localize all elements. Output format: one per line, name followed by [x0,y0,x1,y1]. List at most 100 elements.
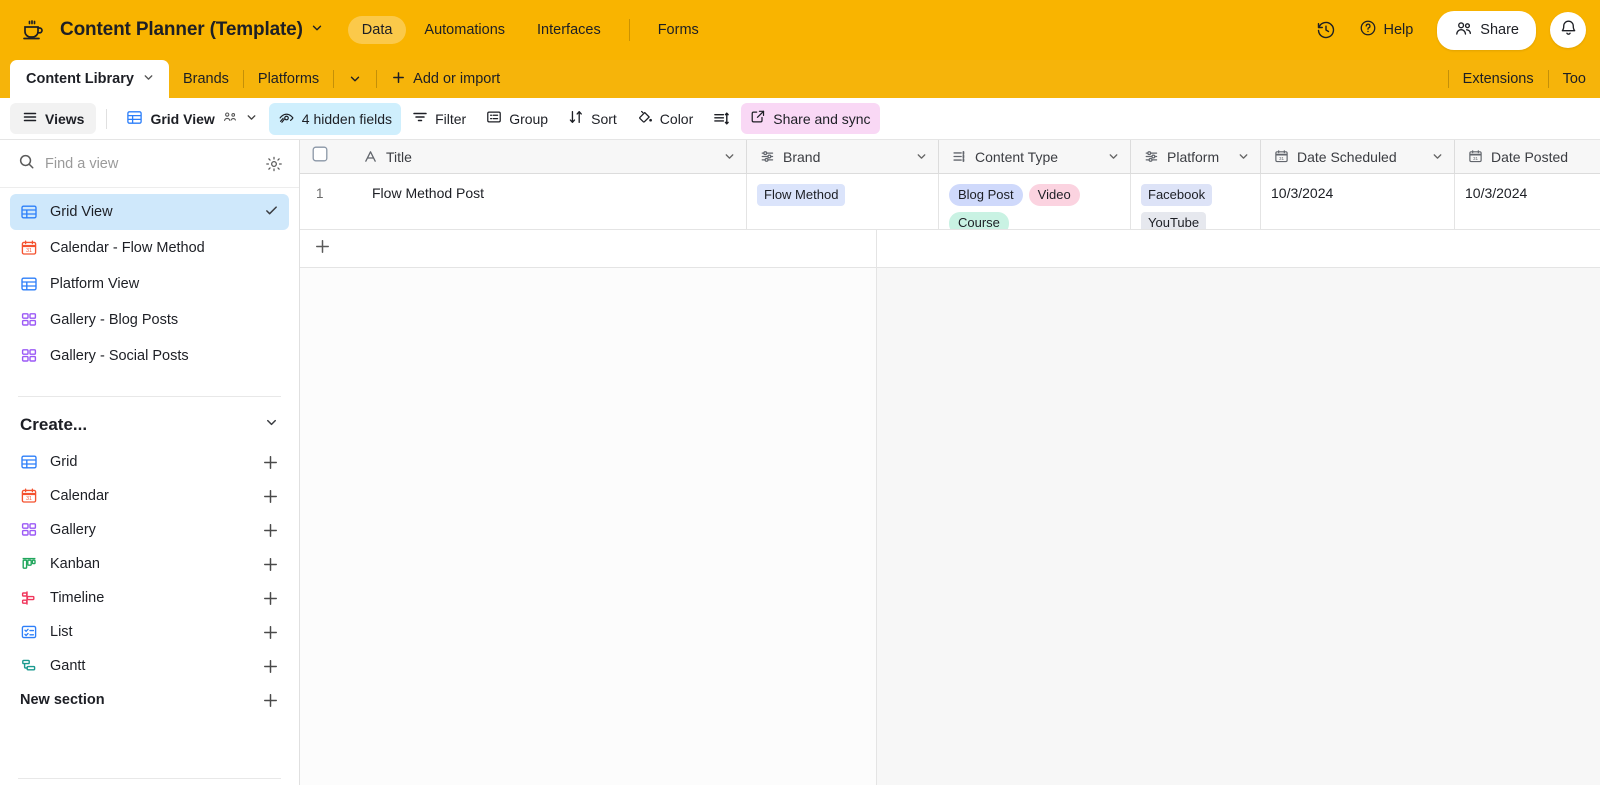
views-sidebar-toggle[interactable]: Views [10,103,97,134]
create-section-header[interactable]: Create... [0,397,299,445]
create-item-calendar[interactable]: 31 Calendar [10,479,289,513]
select-all-checkbox[interactable] [312,146,328,167]
share-and-sync-label: Share and sync [773,110,871,127]
chevron-down-icon[interactable] [915,150,928,163]
search-input[interactable] [45,155,255,172]
cell-content-type[interactable]: Blog Post Video Course [939,174,1131,229]
share-and-sync-button[interactable]: Share and sync [741,103,880,134]
create-item-kanban[interactable]: Kanban [10,547,289,581]
help-circle-icon [1359,19,1377,41]
color-button[interactable]: Color [628,103,702,134]
column-header-label: Brand [783,148,821,165]
new-section-label: New section [20,692,105,708]
chevron-down-icon[interactable] [264,415,279,435]
column-header-platform[interactable]: Platform [1131,140,1261,173]
table-tab-brands[interactable]: Brands [169,60,243,98]
chip-platform: YouTube [1141,212,1207,229]
column-header-date-scheduled[interactable]: 31 Date Scheduled [1261,140,1455,173]
plus-icon[interactable] [262,590,279,607]
gantt-icon [20,657,38,675]
chevron-down-icon[interactable] [142,71,155,88]
svg-text:31: 31 [26,496,32,502]
filter-button[interactable]: Filter [403,103,475,134]
group-button[interactable]: Group [477,103,557,134]
nav-item-forms[interactable]: Forms [644,16,713,44]
grid-empty-left [300,268,877,785]
chevron-down-icon[interactable] [1107,150,1120,163]
cell-date-scheduled[interactable]: 10/3/2024 [1261,174,1455,229]
row-height-icon[interactable] [704,104,739,133]
tools-button[interactable]: Too [1549,60,1600,98]
chevron-down-icon[interactable] [723,150,736,163]
base-title[interactable]: Content Planner (Template) [60,19,324,41]
nav-item-automations[interactable]: Automations [410,16,519,44]
sort-icon [568,109,584,128]
table-tab-content-library[interactable]: Content Library [10,60,169,98]
plus-icon[interactable] [262,692,279,709]
column-header-label: Platform [1167,148,1220,165]
create-item-label: Timeline [50,590,105,606]
table-tabs-overflow-button[interactable] [334,60,376,98]
notifications-button[interactable] [1550,12,1586,48]
paint-bucket-icon [637,109,653,128]
row-number: 1 [316,186,324,201]
cell-platform[interactable]: Facebook YouTube [1131,174,1261,229]
plus-icon[interactable] [262,658,279,675]
sidebar-item-grid-view[interactable]: Grid View [10,194,289,230]
nav-item-interfaces[interactable]: Interfaces [523,16,615,44]
sidebar-item-gallery-blog-posts[interactable]: Gallery - Blog Posts [10,302,289,338]
table-row[interactable]: 1 Flow Method Post Flow Method Blog Post… [300,174,1600,230]
create-item-gantt[interactable]: Gantt [10,649,289,683]
table-tab-platforms[interactable]: Platforms [244,60,333,98]
plus-icon[interactable] [262,624,279,641]
svg-text:31: 31 [26,248,32,254]
plus-icon [391,70,406,89]
gear-icon[interactable] [265,155,283,173]
share-button[interactable]: Share [1437,10,1536,50]
chip-content-type: Blog Post [949,184,1023,207]
plus-icon[interactable] [262,454,279,471]
create-item-gallery[interactable]: Gallery [10,513,289,547]
nav-item-data[interactable]: Data [347,16,407,44]
plus-icon[interactable] [262,522,279,539]
plus-icon[interactable] [262,488,279,505]
plus-icon[interactable] [262,556,279,573]
current-view-button[interactable]: Grid View [117,103,266,135]
history-clock-icon[interactable] [1309,13,1343,47]
column-header-content-type[interactable]: Content Type [939,140,1131,173]
hidden-fields-button[interactable]: 4 hidden fields [268,102,402,135]
sidebar-item-calendar-flow-method[interactable]: 31 Calendar - Flow Method [10,230,289,266]
sidebar-item-platform-view[interactable]: Platform View [10,266,289,302]
check-icon [264,203,279,222]
current-view-name: Grid View [150,110,215,127]
extensions-button[interactable]: Extensions [1449,60,1548,98]
chip-content-type: Course [949,212,1009,229]
column-header-brand[interactable]: Brand [747,140,939,173]
create-item-grid[interactable]: Grid [10,445,289,479]
cell-title[interactable]: Flow Method Post [362,174,747,229]
create-item-list[interactable]: List [10,615,289,649]
multi-select-field-icon [951,149,967,164]
chevron-down-icon[interactable] [1431,150,1444,163]
chevron-down-icon[interactable] [1237,150,1250,163]
gallery-icon [20,521,38,539]
gallery-icon [20,347,38,365]
cell-brand[interactable]: Flow Method [747,174,939,229]
create-item-timeline[interactable]: Timeline [10,581,289,615]
add-row-button[interactable] [300,230,362,267]
add-row[interactable] [300,230,1600,268]
add-or-import-button[interactable]: Add or import [377,60,514,98]
sidebar-item-gallery-social-posts[interactable]: Gallery - Social Posts [10,338,289,374]
calendar-icon: 31 [20,239,38,257]
bell-icon [1559,18,1578,42]
column-header-date-posted[interactable]: 31 Date Posted [1455,140,1600,173]
base-title-text: Content Planner (Template) [60,19,303,40]
column-header-title[interactable]: Title [362,140,747,173]
sort-button[interactable]: Sort [559,103,626,134]
coffee-cup-icon[interactable] [16,13,50,47]
help-button[interactable]: Help [1347,12,1425,48]
cell-date-posted[interactable]: 10/3/2024 [1455,174,1600,229]
create-item-label: Kanban [50,556,100,572]
new-section-button[interactable]: New section [10,683,289,717]
top-header: Content Planner (Template) Data Automati… [0,0,1600,60]
